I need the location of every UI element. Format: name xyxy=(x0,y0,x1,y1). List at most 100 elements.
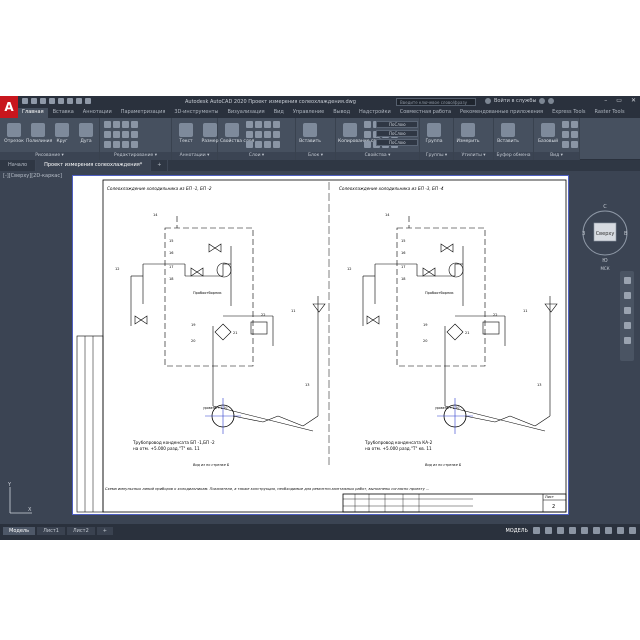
lineweight-icon[interactable] xyxy=(593,527,600,534)
close-icon[interactable]: ✕ xyxy=(631,97,636,104)
tab-drawing[interactable]: Проект измерения солеохлаждения* xyxy=(36,160,152,171)
small-tool-icon[interactable] xyxy=(255,131,262,138)
osnap-icon[interactable] xyxy=(581,527,588,534)
small-tool-icon[interactable] xyxy=(122,141,129,148)
ribbon-button[interactable]: Базовый xyxy=(536,120,560,150)
ribbon-tab-7[interactable]: Управление xyxy=(289,108,328,118)
small-tool-icon[interactable] xyxy=(255,141,262,148)
small-tool-icon[interactable] xyxy=(562,141,569,148)
small-tool-icon[interactable] xyxy=(264,141,271,148)
ribbon-button[interactable]: Вставить xyxy=(496,120,520,150)
ribbon-tab-12[interactable]: Express Tools xyxy=(548,108,589,118)
customize-icon[interactable] xyxy=(629,527,636,534)
ribbon-button[interactable]: Группа xyxy=(422,120,446,150)
tab-layout2[interactable]: Лист2 xyxy=(66,527,95,535)
new-icon[interactable] xyxy=(22,98,28,104)
cart-icon[interactable] xyxy=(539,98,546,104)
ribbon-tab-5[interactable]: Визуализация xyxy=(223,108,268,118)
small-tool-icon[interactable] xyxy=(131,131,138,138)
ribbon-tab-1[interactable]: Вставка xyxy=(49,108,78,118)
add-layout-button[interactable]: + xyxy=(96,527,113,535)
share-icon[interactable] xyxy=(85,98,91,104)
ribbon-button[interactable]: Текст xyxy=(174,120,198,150)
small-tool-icon[interactable] xyxy=(113,121,120,128)
small-tool-icon[interactable] xyxy=(571,131,578,138)
ribbon-panel-label[interactable]: Аннотации ▾ xyxy=(172,152,217,160)
model-space-toggle[interactable]: МОДЕЛЬ xyxy=(505,528,528,534)
ribbon-tab-10[interactable]: Совместная работа xyxy=(396,108,455,118)
property-combo[interactable]: ПоСлою xyxy=(376,130,418,137)
ribbon-tab-3[interactable]: Параметризация xyxy=(117,108,170,118)
annotation-scale-icon[interactable] xyxy=(605,527,612,534)
ribbon-tab-8[interactable]: Вывод xyxy=(329,108,354,118)
ribbon-button[interactable]: Отрезок xyxy=(2,120,26,150)
ribbon-panel-label[interactable]: Утилиты ▾ xyxy=(454,152,493,160)
small-tool-icon[interactable] xyxy=(246,121,253,128)
small-tool-icon[interactable] xyxy=(104,141,111,148)
small-tool-icon[interactable] xyxy=(273,121,280,128)
small-tool-icon[interactable] xyxy=(364,141,371,148)
tab-layout1[interactable]: Лист1 xyxy=(37,527,65,535)
maximize-icon[interactable]: ▭ xyxy=(616,97,622,104)
viewcube[interactable]: Сверху С Ю З В МСК xyxy=(580,193,630,271)
viewport-controls[interactable]: [-][Сверху][2D-каркас] xyxy=(3,173,62,179)
ribbon-tab-13[interactable]: Raster Tools xyxy=(591,108,629,118)
small-tool-icon[interactable] xyxy=(255,121,262,128)
small-tool-icon[interactable] xyxy=(273,131,280,138)
app-logo[interactable]: A xyxy=(0,96,18,118)
open-icon[interactable] xyxy=(31,98,37,104)
small-tool-icon[interactable] xyxy=(113,141,120,148)
zoom-icon[interactable] xyxy=(623,307,631,314)
grid-icon[interactable] xyxy=(533,527,540,534)
ribbon-panel-label[interactable]: Свойства ▾ xyxy=(336,152,419,160)
property-combo[interactable]: ПоСлою xyxy=(376,121,418,128)
ribbon-tab-0[interactable]: Главная xyxy=(18,108,48,118)
ribbon-button[interactable]: Свойства слоя xyxy=(220,120,254,150)
ribbon-button[interactable]: Полилиния xyxy=(26,120,52,150)
ribbon-panel-label[interactable]: Слои ▾ xyxy=(218,152,295,160)
ribbon-panel-label[interactable]: Группы ▾ xyxy=(420,152,453,160)
small-tool-icon[interactable] xyxy=(571,141,578,148)
ribbon-tab-2[interactable]: Аннотации xyxy=(79,108,116,118)
ribbon-panel-label[interactable]: Буфер обмена xyxy=(494,152,533,160)
print-icon[interactable] xyxy=(58,98,64,104)
undo-icon[interactable] xyxy=(67,98,73,104)
small-tool-icon[interactable] xyxy=(364,131,371,138)
ribbon-panel-label[interactable]: Редактирование ▾ xyxy=(100,152,171,160)
workspace-icon[interactable] xyxy=(617,527,624,534)
ribbon-panel-label[interactable]: Рисование ▾ xyxy=(0,152,99,160)
property-combo[interactable]: ПоСлою xyxy=(376,139,418,146)
small-tool-icon[interactable] xyxy=(246,141,253,148)
showmotion-icon[interactable] xyxy=(623,337,631,344)
save-icon[interactable] xyxy=(40,98,46,104)
small-tool-icon[interactable] xyxy=(273,141,280,148)
small-tool-icon[interactable] xyxy=(122,121,129,128)
ribbon-panel-label[interactable]: Блок ▾ xyxy=(296,152,335,160)
small-tool-icon[interactable] xyxy=(364,121,371,128)
new-tab-icon[interactable]: + xyxy=(151,160,169,171)
sign-in-link[interactable]: Войти в службы xyxy=(494,98,536,104)
drawing-viewport[interactable]: [-][Сверху][2D-каркас] Солеохлаждение хо… xyxy=(0,171,640,524)
save-as-icon[interactable] xyxy=(49,98,55,104)
small-tool-icon[interactable] xyxy=(264,131,271,138)
small-tool-icon[interactable] xyxy=(131,121,138,128)
ribbon-tab-9[interactable]: Надстройки xyxy=(355,108,395,118)
ribbon-panel-label[interactable]: Вид ▾ xyxy=(534,152,579,160)
ribbon-button[interactable]: Измерить xyxy=(456,120,480,150)
small-tool-icon[interactable] xyxy=(246,131,253,138)
small-tool-icon[interactable] xyxy=(264,121,271,128)
minimize-icon[interactable]: – xyxy=(604,97,607,104)
ribbon-button[interactable]: Копирование свойств xyxy=(338,120,389,150)
small-tool-icon[interactable] xyxy=(122,131,129,138)
small-tool-icon[interactable] xyxy=(104,131,111,138)
ribbon-tab-4[interactable]: 3D-инструменты xyxy=(170,108,222,118)
small-tool-icon[interactable] xyxy=(562,121,569,128)
ribbon-button[interactable]: Круг xyxy=(50,120,74,150)
small-tool-icon[interactable] xyxy=(131,141,138,148)
snap-icon[interactable] xyxy=(545,527,552,534)
orbit-icon[interactable] xyxy=(623,322,631,329)
ortho-icon[interactable] xyxy=(557,527,564,534)
tab-model[interactable]: Модель xyxy=(3,527,36,535)
help-icon[interactable] xyxy=(548,98,555,104)
search-input[interactable]: Введите ключевое слово/фразу xyxy=(396,98,476,106)
